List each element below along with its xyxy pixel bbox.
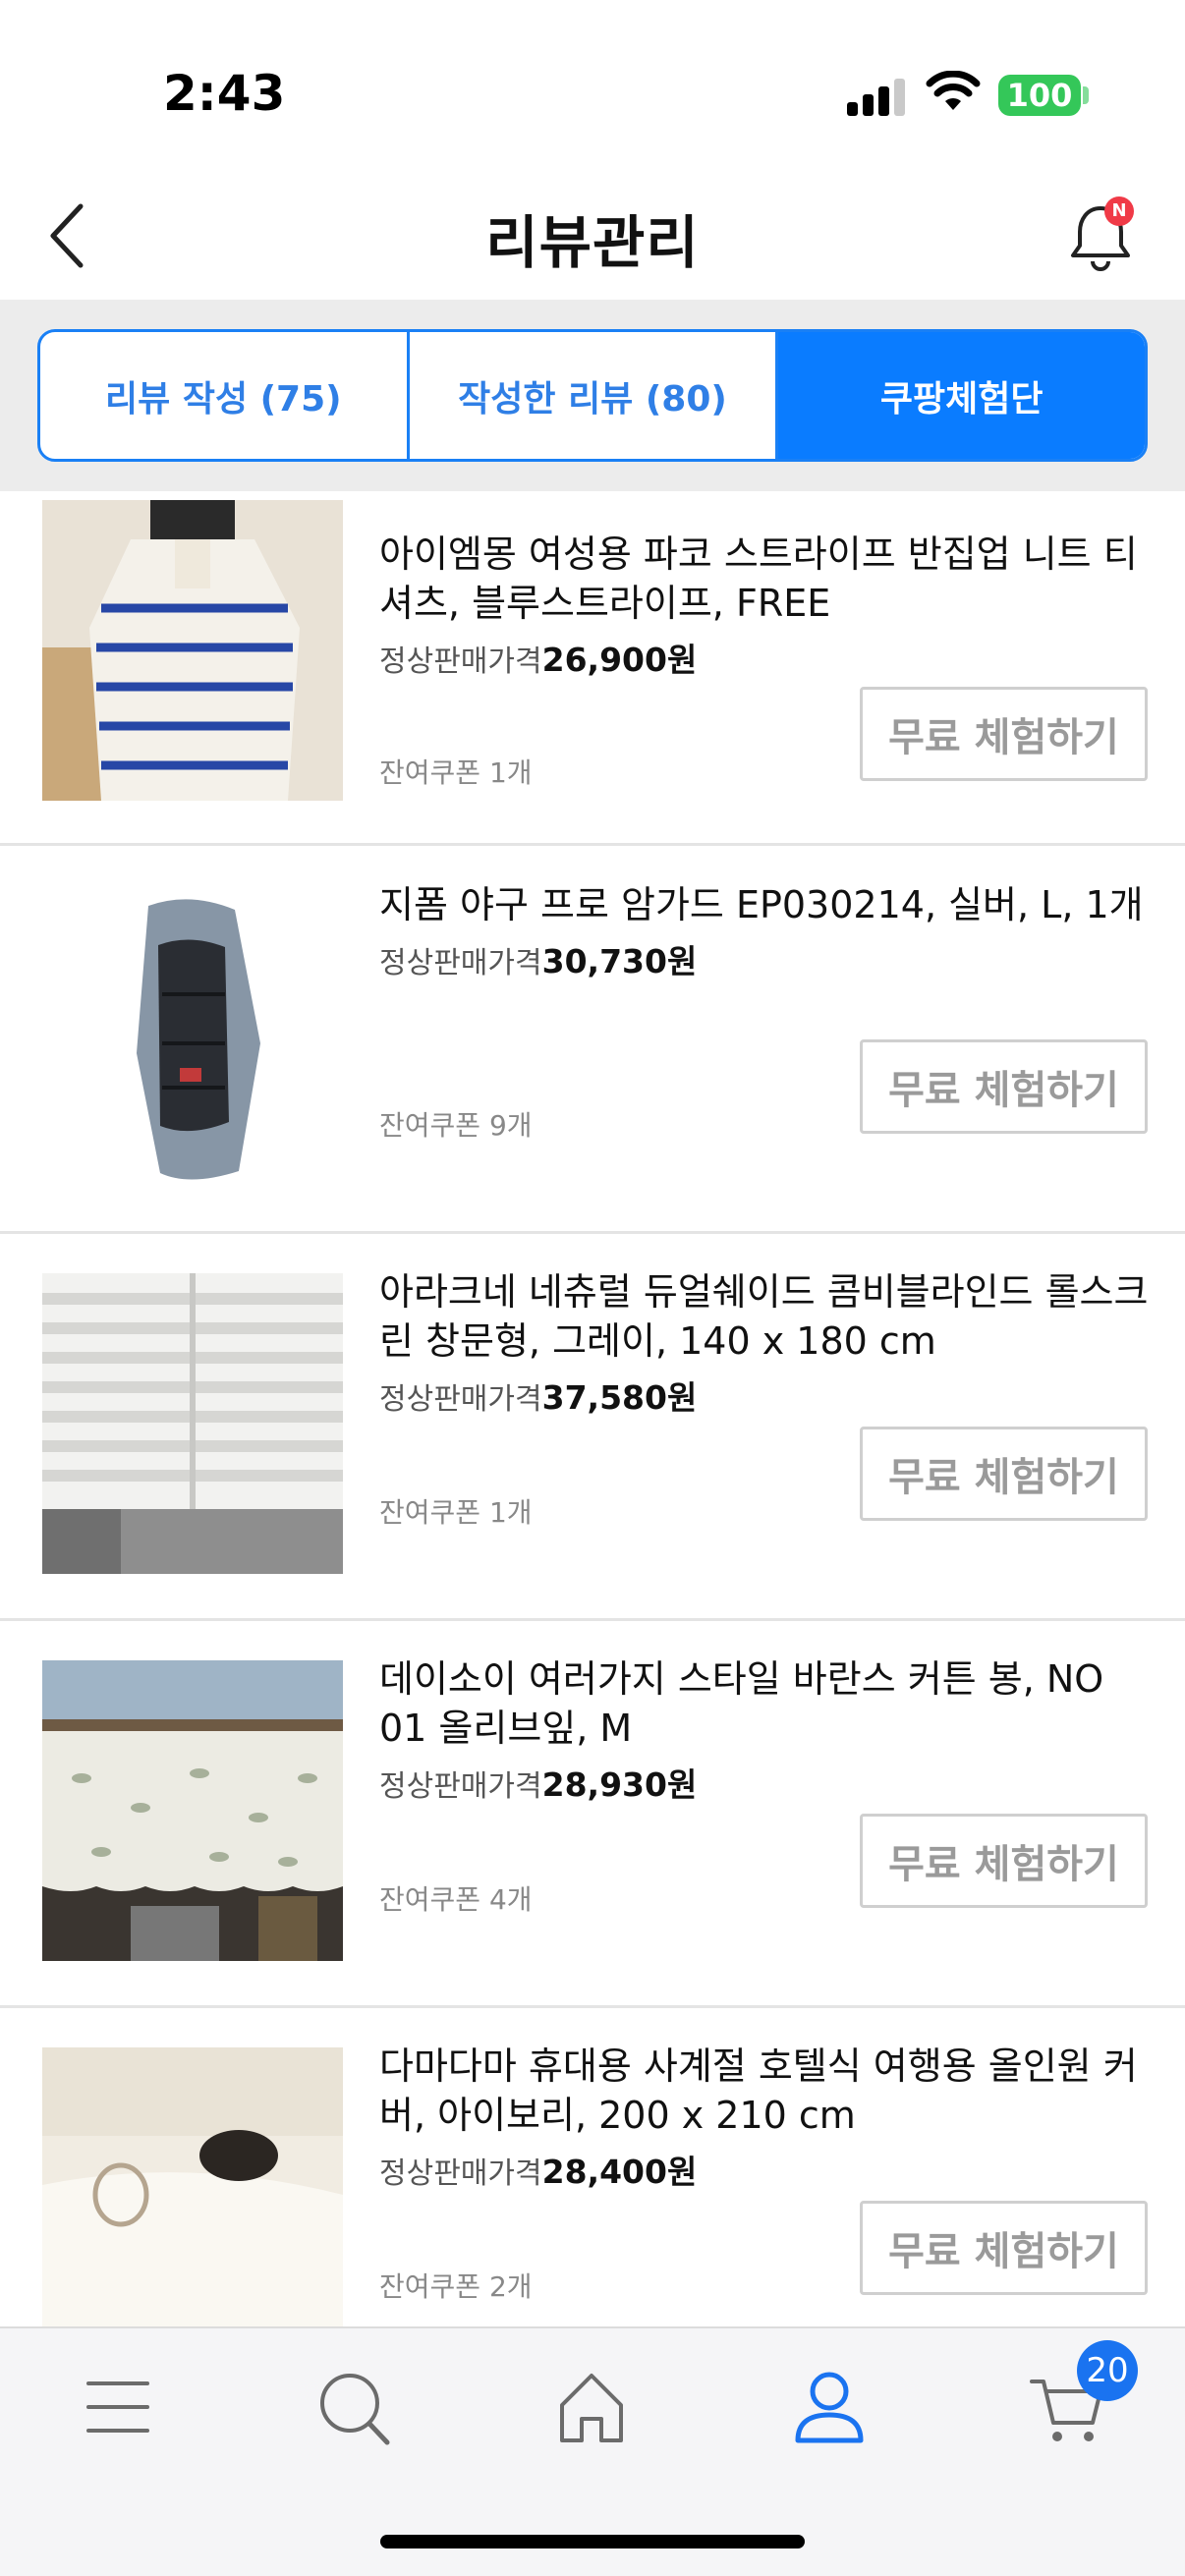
price-value: 28,930원 bbox=[541, 1765, 698, 1804]
coupon-count: 잔여쿠폰 9개 bbox=[379, 1109, 533, 1142]
price-label: 정상판매가격 bbox=[379, 2156, 542, 2191]
status-time: 2:43 bbox=[163, 65, 286, 122]
list-item[interactable]: 데이소이 여러가지 스타일 바란스 커튼 봉, NO 01 올리브잎, M 정상… bbox=[0, 1623, 1185, 2008]
product-name[interactable]: 지폼 야구 프로 암가드 EP030214, 실버, L, 1개 bbox=[379, 880, 1156, 929]
wifi-icon bbox=[926, 71, 981, 110]
status-bar: 2:43 100 bbox=[0, 0, 1185, 167]
battery-indicator: 100 bbox=[998, 75, 1081, 116]
search-icon[interactable] bbox=[316, 2368, 395, 2446]
coupon-count: 잔여쿠폰 4개 bbox=[379, 1883, 533, 1916]
tab-area: 리뷰 작성 (75) 작성한 리뷰 (80) 쿠팡체험단 bbox=[0, 300, 1185, 491]
product-image bbox=[42, 1273, 343, 1574]
menu-icon[interactable] bbox=[79, 2368, 157, 2446]
product-image bbox=[42, 886, 343, 1187]
list-item[interactable]: 지폼 야구 프로 암가드 EP030214, 실버, L, 1개 정상판매가격3… bbox=[0, 849, 1185, 1234]
price-row: 정상판매가격28,930원 bbox=[379, 1759, 1156, 1806]
list-item[interactable]: 아이엠몽 여성용 파코 스트라이프 반집업 니트 티셔츠, 블루스트라이프, F… bbox=[0, 491, 1185, 846]
free-trial-button[interactable]: 무료 체험하기 bbox=[860, 1427, 1148, 1521]
price-row: 정상판매가격26,900원 bbox=[379, 634, 1156, 681]
product-name[interactable]: 아이엠몽 여성용 파코 스트라이프 반집업 니트 티셔츠, 블루스트라이프, F… bbox=[379, 530, 1156, 628]
tab-write-review[interactable]: 리뷰 작성 (75) bbox=[40, 332, 410, 459]
my-page-icon[interactable] bbox=[790, 2368, 869, 2446]
product-image bbox=[42, 2047, 343, 2326]
home-icon[interactable] bbox=[552, 2368, 631, 2446]
product-list: 아이엠몽 여성용 파코 스트라이프 반집업 니트 티셔츠, 블루스트라이프, F… bbox=[0, 491, 1185, 2326]
price-value: 28,400원 bbox=[541, 2153, 698, 2191]
price-label: 정상판매가격 bbox=[379, 1382, 542, 1417]
page-title: 리뷰관리 bbox=[485, 209, 700, 276]
tab-written-reviews[interactable]: 작성한 리뷰 (80) bbox=[410, 332, 779, 459]
price-row: 정상판매가격30,730원 bbox=[379, 935, 1156, 982]
price-value: 26,900원 bbox=[541, 641, 698, 679]
price-label: 정상판매가격 bbox=[379, 644, 542, 679]
price-label: 정상판매가격 bbox=[379, 1769, 542, 1804]
price-label: 정상판매가격 bbox=[379, 946, 542, 980]
battery-tip bbox=[1083, 86, 1089, 104]
header: 리뷰관리 bbox=[0, 167, 1185, 300]
price-row: 정상판매가격28,400원 bbox=[379, 2146, 1156, 2193]
list-item[interactable]: 아라크네 네츄럴 듀얼쉐이드 콤비블라인드 롤스크린 창문형, 그레이, 140… bbox=[0, 1236, 1185, 1621]
cellular-signal-icon bbox=[847, 77, 906, 116]
review-tabs: 리뷰 작성 (75) 작성한 리뷰 (80) 쿠팡체험단 bbox=[37, 329, 1148, 462]
coupon-count: 잔여쿠폰 1개 bbox=[379, 756, 533, 789]
product-image bbox=[42, 500, 343, 801]
price-row: 정상판매가격37,580원 bbox=[379, 1372, 1156, 1419]
product-name[interactable]: 다마다마 휴대용 사계절 호텔식 여행용 올인원 커버, 아이보리, 200 x… bbox=[379, 2042, 1156, 2140]
tab-coupang-trial[interactable]: 쿠팡체험단 bbox=[778, 332, 1145, 459]
free-trial-button[interactable]: 무료 체험하기 bbox=[860, 1814, 1148, 1908]
free-trial-button[interactable]: 무료 체험하기 bbox=[860, 687, 1148, 781]
product-name[interactable]: 데이소이 여러가지 스타일 바란스 커튼 봉, NO 01 올리브잎, M bbox=[379, 1654, 1156, 1753]
product-name[interactable]: 아라크네 네츄럴 듀얼쉐이드 콤비블라인드 롤스크린 창문형, 그레이, 140… bbox=[379, 1267, 1156, 1366]
free-trial-button[interactable]: 무료 체험하기 bbox=[860, 1039, 1148, 1134]
list-item[interactable]: 다마다마 휴대용 사계절 호텔식 여행용 올인원 커버, 아이보리, 200 x… bbox=[0, 2010, 1185, 2326]
coupon-count: 잔여쿠폰 1개 bbox=[379, 1496, 533, 1529]
coupon-count: 잔여쿠폰 2개 bbox=[379, 2270, 533, 2303]
price-value: 37,580원 bbox=[541, 1378, 698, 1417]
free-trial-button[interactable]: 무료 체험하기 bbox=[860, 2201, 1148, 2295]
notification-badge: N bbox=[1104, 196, 1134, 226]
price-value: 30,730원 bbox=[541, 942, 698, 980]
home-indicator[interactable] bbox=[380, 2535, 805, 2548]
cart-count-badge: 20 bbox=[1077, 2340, 1138, 2401]
product-image bbox=[42, 1660, 343, 1961]
